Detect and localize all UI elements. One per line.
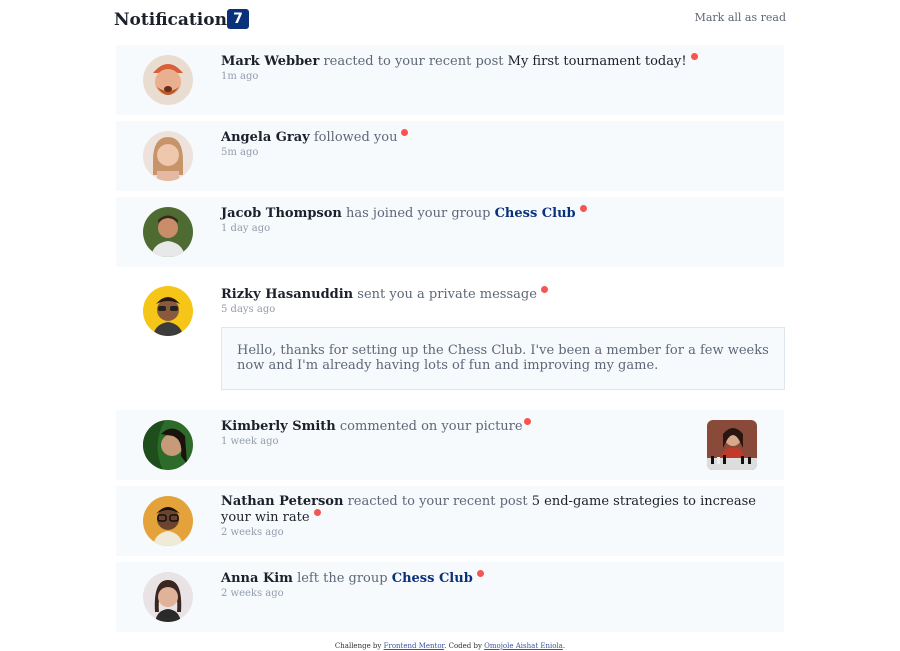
sender-name[interactable]: Kimberly Smith: [221, 419, 336, 434]
notification-item[interactable]: Anna Kim left the group Chess Club 2 wee…: [116, 562, 784, 632]
notification-time: 2 weeks ago: [221, 588, 284, 599]
notification-action: commented on your picture: [339, 419, 523, 434]
notification-item[interactable]: Kimberly Smith commented on your picture…: [116, 410, 784, 480]
frontend-mentor-link[interactable]: Frontend Mentor: [384, 642, 445, 650]
notification-action: reacted to your recent post: [347, 494, 528, 509]
group-link[interactable]: Chess Club: [495, 206, 576, 221]
notification-time: 5 days ago: [221, 304, 276, 315]
sender-name[interactable]: Rizky Hasanuddin: [221, 287, 353, 302]
notification-action: has joined your group: [346, 206, 491, 221]
post-link[interactable]: My first tournament today!: [508, 54, 687, 69]
avatar-kimberly-smith[interactable]: [143, 420, 193, 470]
avatar-angela-gray[interactable]: [143, 131, 193, 181]
sender-name[interactable]: Anna Kim: [221, 571, 293, 586]
notification-item[interactable]: Nathan Peterson reacted to your recent p…: [116, 486, 784, 556]
avatar-rizky-hasanuddin[interactable]: [143, 286, 193, 336]
notification-time: 1 week ago: [221, 436, 279, 447]
author-link[interactable]: Omojole Aishat Eniola: [484, 642, 563, 650]
footer-text: .: [562, 642, 566, 650]
avatar-anna-kim[interactable]: [143, 572, 193, 622]
unread-dot-icon: [401, 129, 409, 136]
private-message-preview[interactable]: Hello, thanks for setting up the Chess C…: [221, 327, 785, 390]
unread-dot-icon: [690, 53, 698, 60]
notification-time: 2 weeks ago: [221, 527, 284, 538]
avatar-nathan-peterson[interactable]: [143, 496, 193, 546]
notification-action: left the group: [297, 571, 388, 586]
unread-dot-icon: [579, 205, 587, 212]
sender-name[interactable]: Angela Gray: [221, 130, 310, 145]
notification-action: reacted to your recent post: [323, 54, 504, 69]
notifications-header: Notifications 7 Mark all as read: [114, 6, 786, 32]
group-link[interactable]: Chess Club: [392, 571, 473, 586]
notification-item[interactable]: Angela Gray followed you 5m ago: [116, 121, 784, 191]
notification-item[interactable]: Mark Webber reacted to your recent post …: [116, 45, 784, 115]
avatar-jacob-thompson[interactable]: [143, 207, 193, 257]
sender-name[interactable]: Jacob Thompson: [221, 206, 342, 221]
avatar-mark-webber[interactable]: [143, 55, 193, 105]
notification-item[interactable]: Jacob Thompson has joined your group Che…: [116, 197, 784, 267]
unread-dot-icon: [476, 570, 484, 577]
notification-time: 1m ago: [221, 71, 259, 82]
mark-all-read-button[interactable]: Mark all as read: [695, 11, 786, 24]
footer-text: Challenge by: [334, 642, 382, 650]
unread-count-badge: 7: [227, 9, 249, 29]
unread-dot-icon: [540, 286, 548, 293]
page-title: Notifications: [114, 10, 237, 30]
notification-action: followed you: [313, 130, 398, 145]
unread-dot-icon: [523, 418, 531, 425]
sender-name[interactable]: Nathan Peterson: [221, 494, 343, 509]
notification-action: sent you a private message: [357, 287, 537, 302]
sender-name[interactable]: Mark Webber: [221, 54, 319, 69]
commented-picture-thumbnail[interactable]: [707, 420, 757, 470]
notification-time: 1 day ago: [221, 223, 271, 234]
unread-dot-icon: [313, 509, 321, 516]
notification-time: 5m ago: [221, 147, 259, 158]
attribution-footer: Challenge by Frontend Mentor. Coded by O…: [0, 642, 900, 650]
footer-text: . Coded by: [444, 642, 482, 650]
